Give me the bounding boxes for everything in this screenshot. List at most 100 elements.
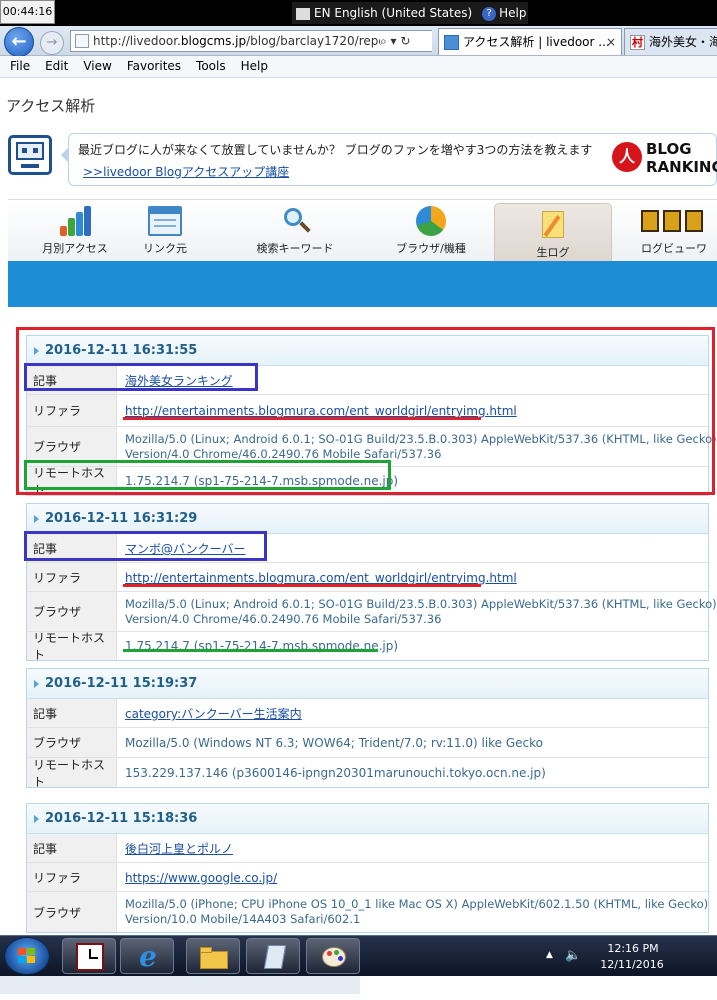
referrer-row: リファラ http://entertainments.blogmura.com/… xyxy=(27,563,708,592)
help-label[interactable]: Help xyxy=(499,6,526,20)
browser-label: ブラウザ xyxy=(27,892,117,932)
browser-row: ブラウザ Mozilla/5.0 (iPhone; CPU iPhone OS … xyxy=(27,892,708,932)
menu-edit[interactable]: Edit xyxy=(35,56,73,77)
user-agent-line: Version/10.0 Mobile/14A403 Safari/602.1 xyxy=(125,912,361,926)
referrer-label: リファラ xyxy=(27,563,117,591)
magnifier-icon xyxy=(278,206,312,236)
record-header: 2016-12-11 15:18:36 xyxy=(27,804,708,834)
article-row: 記事 後白河上皇とポルノ xyxy=(27,834,708,863)
blue-annotation-box xyxy=(24,363,258,391)
record-header: 2016-12-11 15:19:37 xyxy=(27,669,708,699)
internet-explorer-icon: e xyxy=(139,940,157,973)
menu-favorites[interactable]: Favorites xyxy=(117,56,186,77)
tab-active[interactable]: アクセス解析 | livedoor ... × xyxy=(438,28,622,55)
taskbar-paint[interactable] xyxy=(306,938,360,974)
tab-active-title: アクセス解析 | livedoor ... xyxy=(463,35,610,49)
speaker-icon[interactable]: 🔈 xyxy=(565,948,581,963)
tab-raw-log[interactable]: 生ログ xyxy=(494,203,612,262)
address-tools[interactable]: ⌕ ▾ ↻ xyxy=(380,31,432,51)
clock-app-icon xyxy=(76,943,104,971)
taskbar-time[interactable]: 12:16 PM xyxy=(598,942,668,955)
remote-host-value: 1.75.214.7 (sp1-75-214-7.msb.spmode.ne.j… xyxy=(125,639,399,653)
url-prefix: http://livedoor. xyxy=(93,34,181,48)
language-bar[interactable]: EN English (United States)? Help xyxy=(292,2,528,24)
remote-host-label: リモートホスト xyxy=(27,631,117,662)
expand-arrow-icon[interactable] xyxy=(34,815,39,823)
page-icon xyxy=(75,34,89,48)
access-up-link[interactable]: >>livedoor Blogアクセスアップ講座 xyxy=(83,163,289,180)
menu-help[interactable]: Help xyxy=(231,56,273,77)
blue-banner xyxy=(8,261,717,307)
article-row: 記事 category:バンクーバー生活案内 xyxy=(27,699,708,728)
referrer-label: リファラ xyxy=(27,863,117,891)
pie-chart-icon xyxy=(414,206,448,236)
tab-log-viewer[interactable]: ログビューワ xyxy=(624,200,717,262)
blog-ranking-logo[interactable]: 人 BLOG RANKING xyxy=(612,138,717,180)
tab-other[interactable]: 村海外美女・海 xyxy=(624,28,717,55)
tab-close-button[interactable]: × xyxy=(606,29,616,55)
article-link[interactable]: 後白河上皇とポルノ xyxy=(125,840,233,857)
show-hidden-icons-button[interactable]: ▲ xyxy=(546,950,553,960)
analytics-tabs: 月別アクセス リンク元 検索キーワード ブラウザ/機種 生ログ ログビューワ xyxy=(8,199,717,262)
referrer-link[interactable]: https://www.google.co.jp/ xyxy=(125,871,277,885)
red-underline xyxy=(123,417,481,420)
help-icon[interactable]: ? xyxy=(482,6,497,21)
record-timestamp: 2016-12-11 16:31:29 xyxy=(45,511,198,526)
taskbar-clock-app[interactable] xyxy=(62,938,116,974)
referrer-link[interactable]: http://entertainments.blogmura.com/ent_w… xyxy=(125,571,517,585)
menu-bar: File Edit View Favorites Tools Help xyxy=(0,56,717,78)
referrer-row: リファラ https://www.google.co.jp/ xyxy=(27,863,708,892)
tab-referrer[interactable]: リンク元 xyxy=(120,200,210,262)
back-button[interactable]: ← xyxy=(4,27,34,57)
tab-other-title: 海外美女・海 xyxy=(649,35,717,49)
log-viewer-icon xyxy=(639,206,709,236)
menu-file[interactable]: File xyxy=(0,56,35,77)
computer-icon xyxy=(8,135,52,175)
expand-arrow-icon[interactable] xyxy=(34,680,39,688)
forward-button[interactable]: → xyxy=(40,31,64,55)
window-icon xyxy=(148,206,182,236)
language-label[interactable]: EN English (United States) xyxy=(314,6,472,20)
expand-arrow-icon[interactable] xyxy=(34,515,39,523)
browser-label: ブラウザ xyxy=(27,728,117,757)
bottom-strip xyxy=(0,976,360,994)
page-title: アクセス解析 xyxy=(6,97,96,115)
ranking-mark-icon: 人 xyxy=(612,142,642,172)
remote-host-row: リモートホスト 1.75.214.7 (sp1-75-214-7.msb.spm… xyxy=(27,631,708,662)
clock-display: 00:44:16 xyxy=(0,0,55,24)
user-agent-line: Mozilla/5.0 (Linux; Android 6.0.1; SO-01… xyxy=(125,597,717,611)
menu-view[interactable]: View xyxy=(73,56,116,77)
tab-monthly-access[interactable]: 月別アクセス xyxy=(28,200,122,262)
red-underline xyxy=(123,584,481,587)
url-suffix: /blog/barclay1720/report/ xyxy=(246,34,400,48)
taskbar-app[interactable] xyxy=(246,938,300,974)
record-timestamp: 2016-12-11 15:18:36 xyxy=(45,811,198,826)
user-agent-line: Mozilla/5.0 (Windows NT 6.3; WOW64; Trid… xyxy=(125,736,544,750)
browser-label: ブラウザ xyxy=(27,592,117,631)
start-button[interactable] xyxy=(4,937,50,975)
blue-annotation-box xyxy=(24,531,267,561)
taskbar-file-explorer[interactable] xyxy=(186,938,240,974)
url-domain: blogcms.jp xyxy=(180,34,247,48)
tab-favicon-icon: 村 xyxy=(630,35,645,50)
windows-logo-icon xyxy=(18,948,36,964)
article-label: 記事 xyxy=(27,699,117,727)
tab-search-keyword[interactable]: 検索キーワード xyxy=(240,200,350,262)
tab-favicon-icon xyxy=(444,35,459,50)
notebook-icon xyxy=(260,943,288,971)
remote-host-label: リモートホスト xyxy=(27,758,117,789)
taskbar-date[interactable]: 12/11/2016 xyxy=(592,958,672,971)
address-bar[interactable]: http://livedoor.blogcms.jp/blog/barclay1… xyxy=(70,30,432,52)
keyboard-icon xyxy=(296,7,310,20)
browser-row: ブラウザ Mozilla/5.0 (Linux; Android 6.0.1; … xyxy=(27,592,717,632)
remote-host-row: リモートホスト 153.229.137.146 (p3600146-ipngn2… xyxy=(27,758,708,789)
log-record: 2016-12-11 16:31:29 記事 マンボ@バンクーバー リファラ h… xyxy=(26,503,717,662)
tab-browser-device[interactable]: ブラウザ/機種 xyxy=(376,200,486,262)
log-record: 2016-12-11 15:18:36 記事 後白河上皇とポルノ リファラ ht… xyxy=(26,803,709,933)
user-agent-line: Mozilla/5.0 (iPhone; CPU iPhone OS 10_0_… xyxy=(125,897,709,911)
paint-palette-icon xyxy=(320,943,348,971)
taskbar-internet-explorer[interactable]: e xyxy=(120,938,174,974)
user-agent-line: Version/4.0 Chrome/46.0.2490.76 Mobile S… xyxy=(125,612,442,626)
article-link[interactable]: category:バンクーバー生活案内 xyxy=(125,705,302,722)
menu-tools[interactable]: Tools xyxy=(186,56,231,77)
